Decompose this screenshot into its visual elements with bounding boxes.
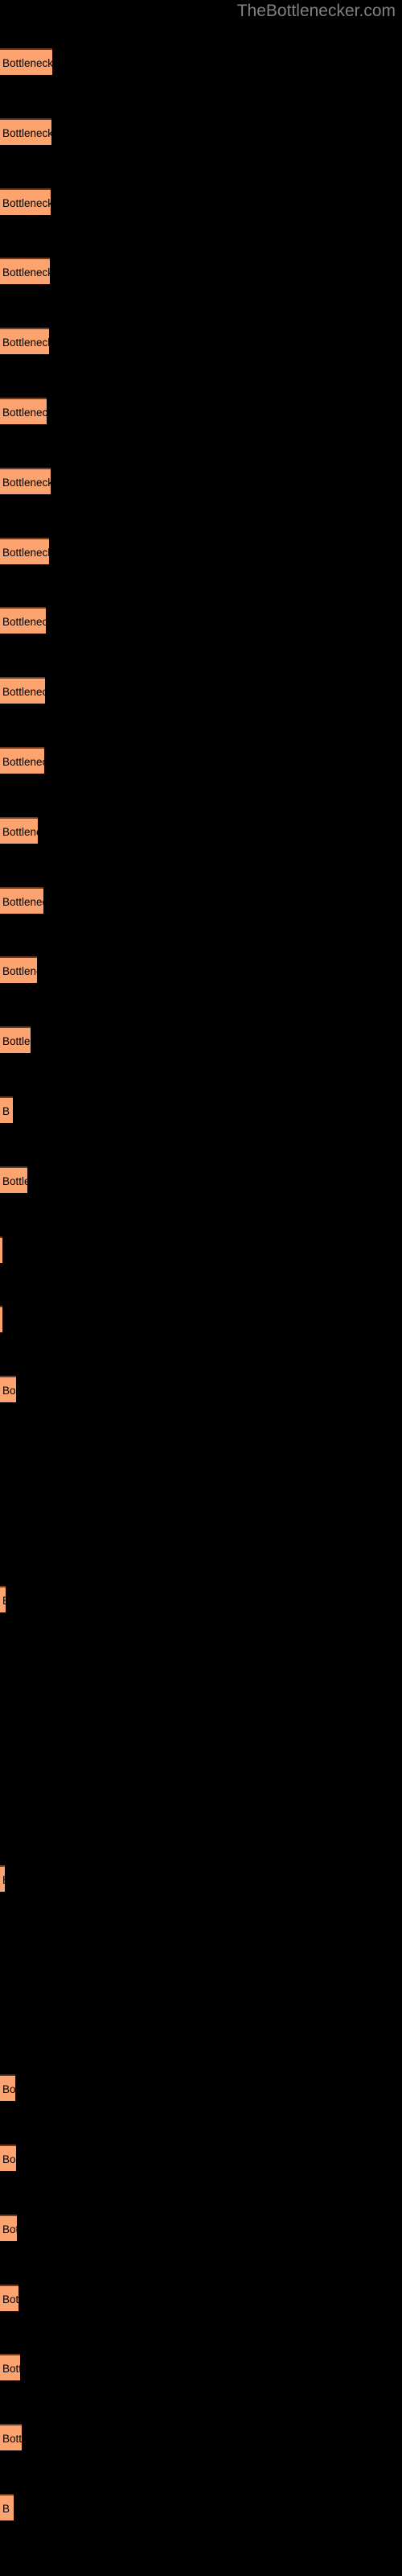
bar: Bottleneck res <box>0 537 49 564</box>
bar-label: Bottleneck <box>2 825 38 838</box>
bar-label: Bottleneck <box>2 965 37 978</box>
bar-label: Bo <box>2 1385 16 1397</box>
bar: Bottleneck r <box>0 886 43 914</box>
bar-label: Bottle <box>2 1174 27 1187</box>
bar: B <box>0 2494 14 2520</box>
bar-label: Bottl <box>2 2433 22 2446</box>
bottleneck-bar-chart: TheBottlenecker.com Bottleneck resuBottl… <box>0 0 402 2576</box>
bar: Bottleneck resu <box>0 118 51 145</box>
bar-label: B <box>2 1867 5 1892</box>
bar: B <box>0 1096 13 1123</box>
bar-label: Bottleneck resu <box>2 57 52 69</box>
bar-label: Bottleneck res <box>2 266 50 279</box>
bar: Bottleneck re <box>0 398 47 424</box>
bar-label: B <box>2 1587 6 1612</box>
bar-label: Bo <box>2 2083 15 2096</box>
bar-label: Bottl <box>2 2363 20 2376</box>
bar: Bottleneck re <box>0 747 44 774</box>
bar-label: B <box>2 1105 10 1117</box>
bar: B <box>0 1864 5 1892</box>
bar: Bottlen <box>0 1026 31 1054</box>
bar <box>0 1306 2 1333</box>
bar: Bottleneck res <box>0 258 50 285</box>
bar-label: Bottleneck resu <box>2 126 51 139</box>
bar: Bottleneck resu <box>0 188 51 215</box>
bar: Bot <box>0 2284 18 2311</box>
bar: Bo <box>0 2145 16 2171</box>
bar: Bot <box>0 2214 17 2241</box>
bar-label: B <box>2 2503 10 2515</box>
bar-label: Bo <box>2 2153 16 2165</box>
bar: Bottle <box>0 1166 27 1193</box>
bar: Bottleneck res <box>0 328 49 355</box>
bar: Bottleneck res <box>0 467 51 494</box>
bar: Bottl <box>0 2424 22 2451</box>
bar: Bottleneck <box>0 956 37 984</box>
bar-label: Bottleneck re <box>2 756 44 768</box>
bar-label: Bottleneck re <box>2 407 47 419</box>
bar-label: Bottleneck re <box>2 686 45 699</box>
bar-label: Bottlen <box>2 1035 31 1048</box>
plot-area: Bottleneck resu Bottleneck resu Bottleneck… <box>0 0 402 2576</box>
bar-label: Bottleneck re <box>2 616 46 629</box>
bar: Bottleneck re <box>0 677 45 704</box>
bar <box>0 1236 2 1263</box>
bar: Bottleneck resu <box>0 48 52 75</box>
bar-label: Bottleneck resu <box>2 196 51 209</box>
bar-label: Bot <box>2 2223 17 2235</box>
bar: Bo <box>0 2074 15 2102</box>
bar: Bottl <box>0 2354 20 2381</box>
bar-label: Bottleneck res <box>2 546 49 559</box>
bar: Bottleneck <box>0 816 38 844</box>
bar: Bo <box>0 1376 16 1403</box>
bar: B <box>0 1585 6 1612</box>
bar: Bottleneck re <box>0 607 46 634</box>
bar-label: Bottleneck res <box>2 336 49 349</box>
bar-label: Bot <box>2 2293 18 2306</box>
bar-label: Bottleneck r <box>2 895 43 908</box>
bar-label: Bottleneck res <box>2 476 51 489</box>
